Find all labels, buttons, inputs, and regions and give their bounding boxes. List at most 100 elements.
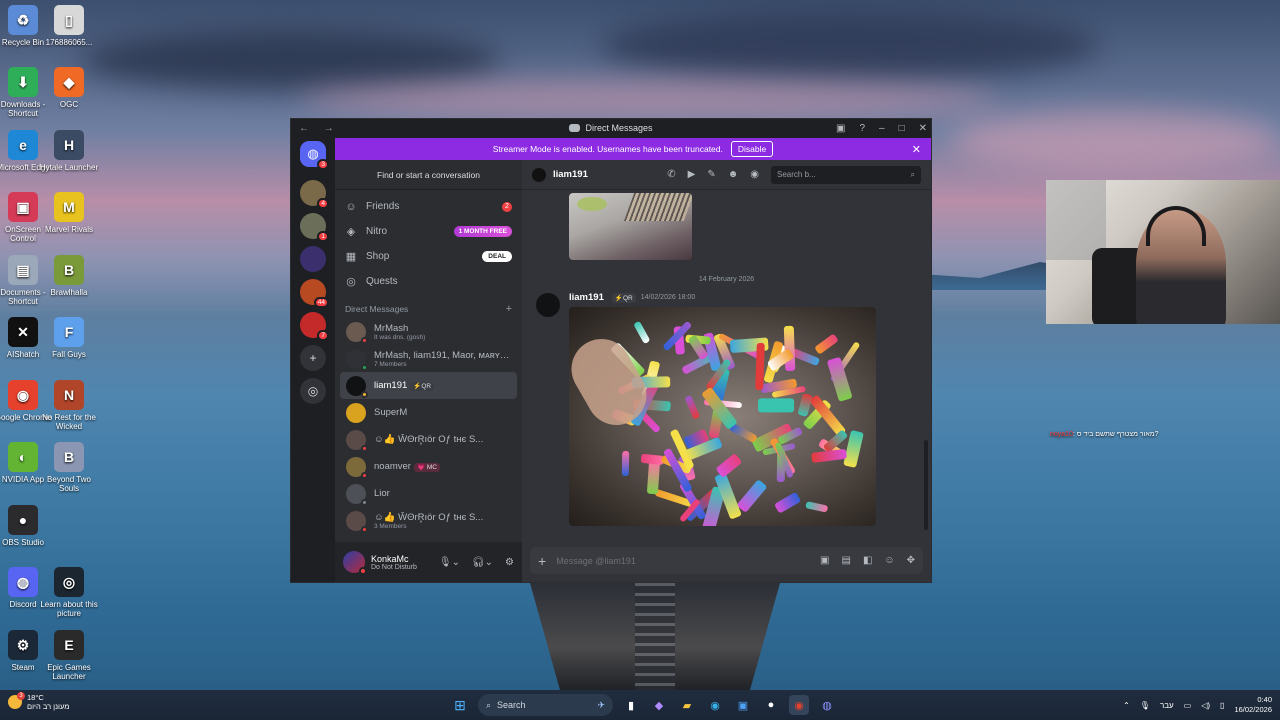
file-explorer-icon[interactable]: ▰ — [677, 695, 697, 715]
nav-item-nitro[interactable]: ◈ Nitro 1 MONTH FREE — [335, 219, 522, 244]
onscreen-control-icon: ▣ — [8, 192, 38, 222]
desktop-shortcut[interactable]: E Epic Games Launcher — [39, 630, 99, 681]
dm-list-item[interactable]: liam191 ⚡QR — [340, 372, 517, 399]
find-conversation-button[interactable]: Find or start a conversation — [335, 160, 522, 190]
close-icon[interactable]: ✕ — [912, 143, 921, 156]
gif-icon[interactable]: ▤ — [841, 555, 850, 566]
message-avatar[interactable] — [536, 293, 560, 317]
store-icon[interactable]: ▣ — [733, 695, 753, 715]
microphone-icon[interactable]: 🎙︎⌄ — [439, 557, 460, 568]
desktop-shortcut-label: Beyond Two Souls — [47, 475, 91, 493]
desktop-shortcut-label: Hytale Launcher — [39, 163, 99, 172]
dm-name-text: ☺👍 ŴΘrR̥ıör Oƒ tнє S... — [374, 434, 484, 445]
attachment-image-keyboard[interactable] — [569, 193, 692, 260]
message-author[interactable]: liam191 — [569, 292, 604, 303]
server-icon[interactable] — [300, 246, 326, 272]
volume-icon[interactable]: ◁) — [1201, 701, 1210, 710]
microphone-tray-icon[interactable]: 🎙︎ — [1140, 701, 1150, 710]
network-icon[interactable]: ▭ — [1184, 701, 1192, 710]
server-icon[interactable]: 1 — [300, 213, 329, 242]
desktop-shortcut[interactable]: ▯ 176886065... — [39, 5, 99, 47]
dm-name: MrMash, liam191, Maor, ᴍᴀʀʏ, ... — [374, 350, 511, 361]
dm-list-item[interactable]: Lior — [340, 480, 517, 507]
nav-item-shop[interactable]: ▦ Shop DEAL — [335, 244, 522, 269]
avatar — [346, 483, 368, 506]
chevron-up-icon[interactable]: ⌃ — [1123, 701, 1130, 710]
inbox-icon[interactable]: ▣ — [836, 123, 845, 134]
dm-list-item[interactable]: ☺👍 ŴΘrR̥ıör Oƒ tнє S... — [340, 426, 517, 453]
discord-home-icon[interactable]: ◍ 3 — [300, 141, 329, 170]
sticker-icon[interactable]: ◧ — [863, 555, 872, 566]
recipient-avatar — [532, 167, 546, 182]
desktop-shortcut[interactable]: ◎ Learn about this picture — [39, 567, 99, 618]
desktop-shortcut[interactable]: ● OBS Studio — [0, 505, 53, 547]
search-placeholder: Search b... — [777, 170, 816, 179]
desktop-shortcut[interactable]: B Beyond Two Souls — [39, 442, 99, 493]
desktop-shortcut[interactable]: M Marvel Rivals — [39, 192, 99, 234]
dm-list-item[interactable]: MrMash, liam191, Maor, ᴍᴀʀʏ, ... 7 Member… — [340, 345, 517, 372]
dm-name: ☺👍 ŴΘrR̥ıör Oƒ tнє S... — [374, 512, 483, 523]
disable-streamer-mode-button[interactable]: Disable — [730, 141, 774, 157]
add-attachment-icon[interactable]: + — [538, 553, 546, 569]
help-icon[interactable]: ? — [859, 123, 865, 134]
windows-start-icon[interactable]: ⊞ — [450, 695, 470, 715]
obs-taskbar-icon[interactable]: ● — [761, 695, 781, 715]
user-profile-icon[interactable]: ◉ — [750, 169, 759, 180]
task-view-icon[interactable]: ▮ — [621, 695, 641, 715]
battery-icon[interactable]: ▯ — [1220, 701, 1224, 710]
presence-status-icon — [361, 336, 368, 344]
nav-item-friends[interactable]: ☺ Friends 2 — [335, 194, 522, 219]
search-input[interactable]: Search b... ⌕ — [771, 165, 921, 184]
minimize-button[interactable]: – — [879, 123, 885, 134]
desktop-shortcut[interactable]: F Fall Guys — [39, 317, 99, 359]
create-dm-icon[interactable]: + — [506, 303, 512, 315]
maximize-button[interactable]: □ — [899, 123, 905, 134]
discover-icon[interactable]: ◎ — [300, 378, 326, 404]
voice-call-icon[interactable]: ✆ — [667, 169, 675, 180]
documents-icon: ▤ — [8, 255, 38, 285]
server-icon[interactable]: 4 — [300, 180, 329, 209]
nav-item-quests[interactable]: ◎ Quests — [335, 269, 522, 294]
copilot-icon[interactable]: ◆ — [649, 695, 669, 715]
chat-header: liam191 ✆ ▶ ✎ ☻ ◉ Search b... ⌕ — [522, 160, 931, 190]
gift-icon[interactable]: ▣ — [820, 555, 829, 566]
desktop-shortcut[interactable]: B Brawlhalla — [39, 255, 99, 297]
clock[interactable]: 0:40 16/02/2026 — [1234, 695, 1272, 715]
avatar[interactable] — [343, 551, 367, 575]
attachment-image-vapes[interactable] — [569, 307, 876, 526]
chrome-taskbar-icon[interactable]: ◉ — [789, 695, 809, 715]
add-server-icon[interactable]: + — [300, 345, 326, 371]
edge-icon: e — [8, 130, 38, 160]
close-button[interactable]: ✕ — [919, 123, 927, 134]
server-icon[interactable]: 44 — [300, 279, 329, 308]
search-icon: ⌕ — [910, 169, 915, 179]
clan-tag: 💗 MC — [413, 463, 440, 472]
discord-taskbar-icon[interactable]: ◍ — [817, 695, 837, 715]
avatar — [346, 456, 368, 479]
dm-list-item[interactable]: ☺👍 ŴΘrR̥ıör Oƒ tнє S... 3 Members — [340, 507, 517, 534]
desktop-shortcut[interactable]: N No Rest for the Wicked — [39, 380, 99, 431]
settings-gear-icon[interactable]: ⚙ — [505, 557, 514, 568]
dm-list-item[interactable]: noamver 💗 MC — [340, 453, 517, 480]
apps-icon[interactable]: ✥ — [907, 555, 915, 566]
desktop-shortcut[interactable]: ◆ OGC — [39, 67, 99, 109]
add-friends-icon[interactable]: ☻ — [728, 169, 739, 180]
server-icon[interactable]: 7 — [300, 312, 329, 341]
video-call-icon[interactable]: ▶ — [688, 169, 696, 180]
weather-widget[interactable]: 3 18°C מעונן רב היום — [8, 692, 69, 711]
window-controls: ▣ ? – □ ✕ — [836, 123, 927, 134]
language-indicator[interactable]: עבר — [1160, 701, 1174, 710]
message-composer[interactable]: + Message @liam191 ▣ ▤ ◧ ☺ ✥ — [530, 547, 923, 574]
taskbar-search[interactable]: ⌕ Search ✈ — [478, 694, 613, 716]
title-bar: ← → Direct Messages ▣ ? – □ ✕ — [291, 119, 931, 137]
scrollbar[interactable] — [924, 440, 928, 530]
pin-icon[interactable]: ✎ — [707, 169, 715, 180]
dm-list-item[interactable]: SuperM — [340, 399, 517, 426]
dm-name-text: MrMash, liam191, Maor, ᴍᴀʀʏ, ... — [374, 349, 511, 361]
dm-list-item[interactable]: MrMash It was dns. (gosh) — [340, 318, 517, 345]
edge-taskbar-icon[interactable]: ◉ — [705, 695, 725, 715]
emoji-icon[interactable]: ☺ — [884, 555, 894, 566]
back-forward-icons[interactable]: ← → — [299, 123, 340, 134]
headphones-icon[interactable]: 🎧︎⌄ — [472, 557, 493, 568]
desktop-shortcut[interactable]: H Hytale Launcher — [39, 130, 99, 172]
